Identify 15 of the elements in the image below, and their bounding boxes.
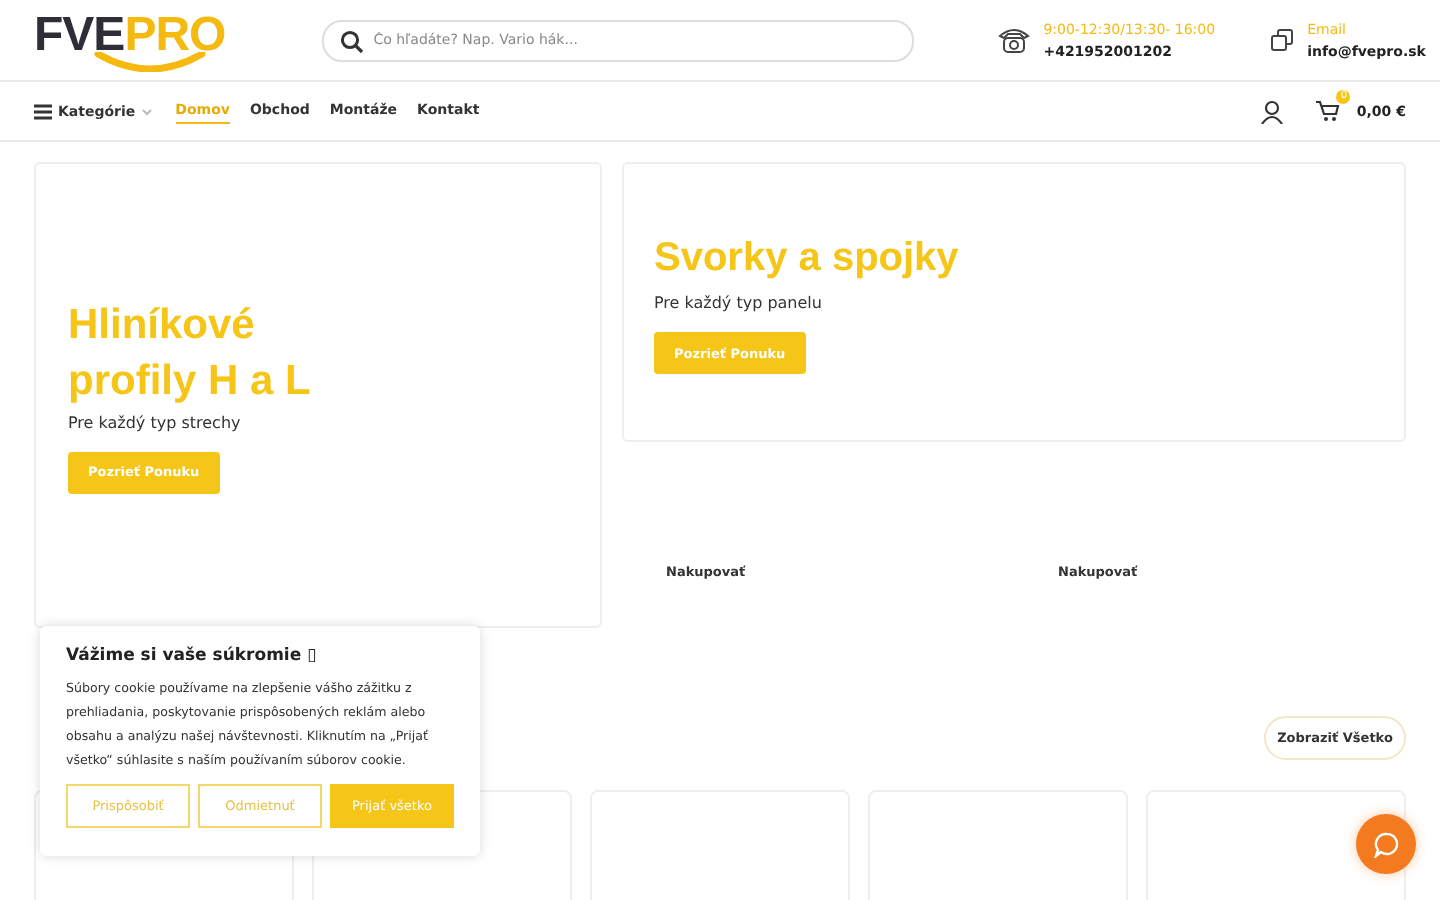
copy-icon — [1269, 28, 1294, 52]
menu-icon — [34, 103, 52, 119]
cookie-title: Vážime si vaše súkromie ▯ — [66, 646, 319, 666]
promo-title: Hliníkové profily H a L — [68, 299, 311, 407]
search-icon — [339, 29, 364, 53]
promo-subtitle: Pre každý typ panelu — [654, 294, 822, 312]
chevron-down-icon — [141, 107, 152, 115]
chat-icon — [1373, 831, 1399, 857]
promo-subtitle: Pre každý typ strechy — [68, 413, 241, 431]
promo-title: Svorky a spojky — [654, 234, 959, 284]
cart-icon[interactable] — [1316, 100, 1341, 122]
chat-button[interactable] — [1356, 814, 1416, 874]
logo[interactable]: FVEPRO — [34, 13, 226, 71]
user-icon[interactable] — [1260, 99, 1285, 123]
telephone-icon — [997, 26, 1030, 54]
